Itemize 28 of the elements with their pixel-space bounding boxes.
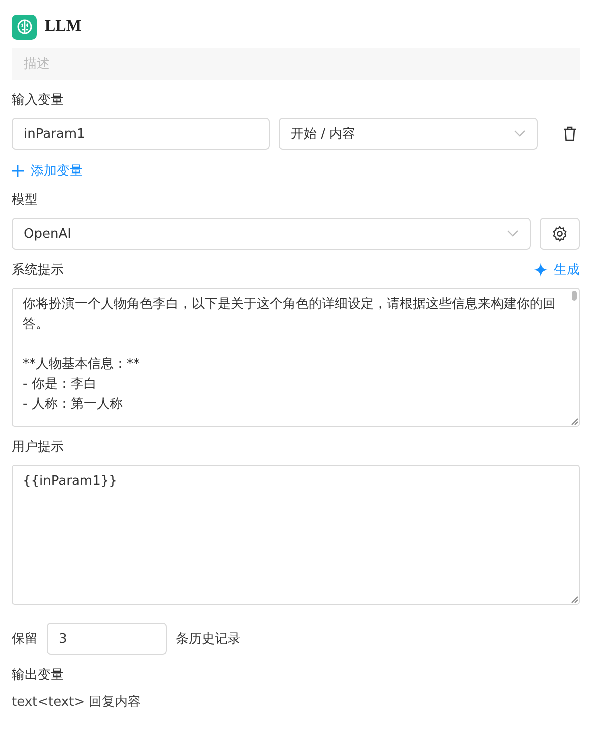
section-label: 输出变量	[12, 667, 65, 684]
settings-icon	[552, 226, 568, 242]
chevron-icon	[507, 230, 519, 238]
scrollbar-thumb[interactable]	[572, 291, 577, 301]
settings-button[interactable]	[540, 218, 580, 250]
section-label: 用户提示	[12, 439, 65, 456]
node-title: LLM	[45, 18, 82, 36]
variable-name-field[interactable]: inParam1	[12, 118, 270, 150]
model-select[interactable]: OpenAI	[12, 218, 531, 250]
resize-handle-icon[interactable]	[571, 418, 578, 425]
description-field[interactable]: 描述	[12, 48, 580, 80]
history-label: 条历史记录	[176, 631, 241, 648]
section-label: 系统提示	[12, 262, 64, 279]
history-count-field[interactable]: 3	[47, 623, 167, 655]
output-variable: text<text> 回复内容	[12, 694, 142, 711]
chevron-icon	[514, 130, 526, 138]
plus-icon	[12, 165, 24, 177]
history-label: 保留	[12, 631, 38, 648]
resize-handle-icon[interactable]	[571, 596, 578, 603]
section-label: 模型	[12, 192, 39, 209]
select-value: OpenAI	[24, 226, 72, 242]
source-select[interactable]: 开始 / 内容	[279, 118, 538, 150]
user-prompt-field[interactable]: {{inParam1}}	[13, 466, 579, 492]
select-value: 开始 / 内容	[291, 126, 356, 143]
delete-icon[interactable]	[563, 126, 577, 142]
section-label: 输入变量	[12, 92, 65, 109]
brain-icon	[12, 14, 37, 40]
sparkle-icon	[534, 263, 548, 277]
